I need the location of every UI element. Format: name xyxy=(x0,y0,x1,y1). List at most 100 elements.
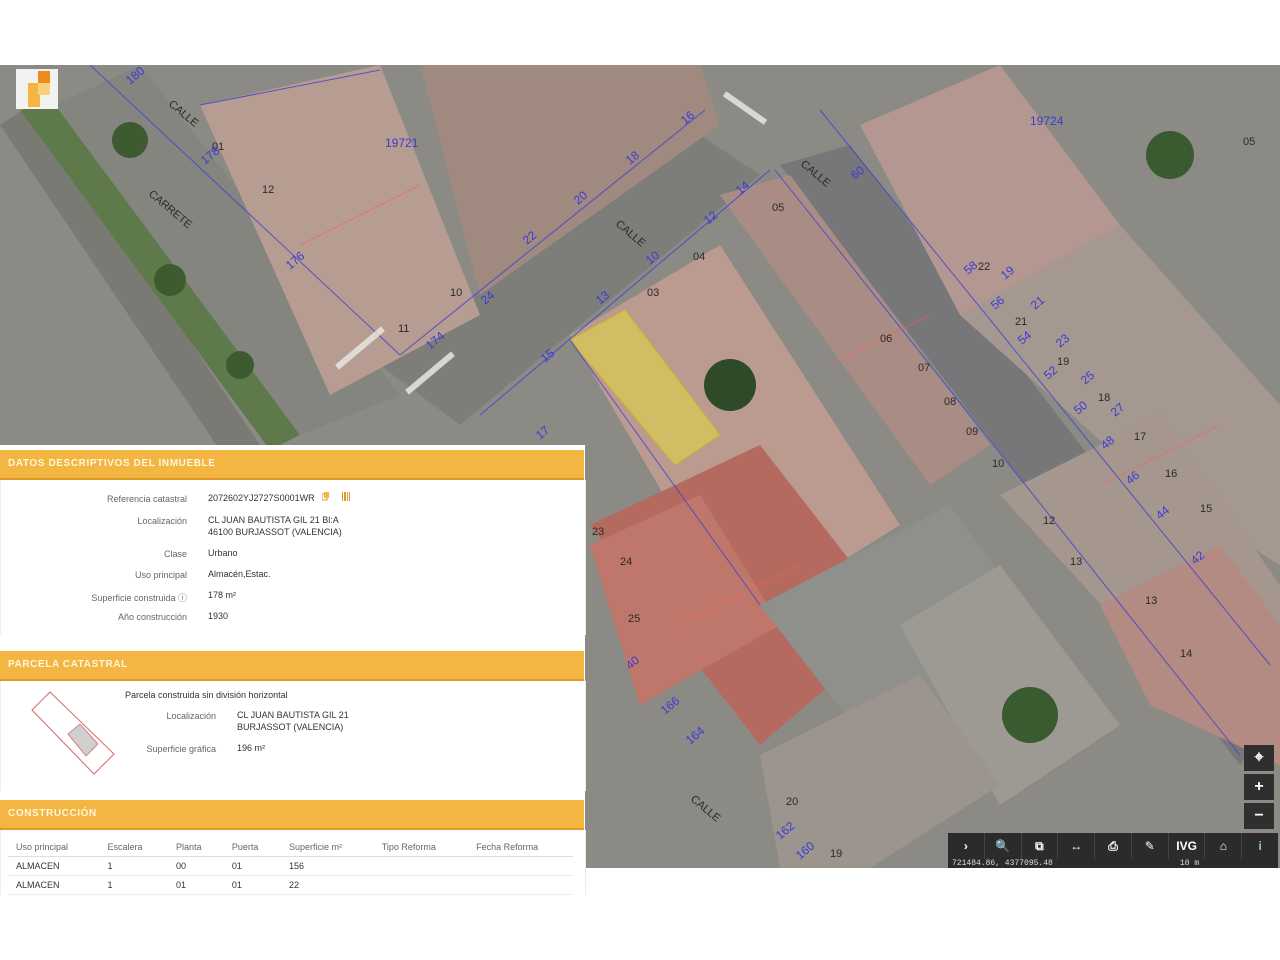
parcel-number-label: 13 xyxy=(1070,556,1082,568)
street-name-label: CALLE xyxy=(613,218,647,250)
parcela-sup-value: 196 m² xyxy=(237,743,266,753)
zoom-out-button[interactable]: − xyxy=(1244,803,1274,829)
anio-value: 1930 xyxy=(208,611,229,621)
parcela-subtitle: Parcela construida sin división horizont… xyxy=(125,690,288,700)
zoom-in-button[interactable]: + xyxy=(1244,774,1274,800)
street-number-label: 166 xyxy=(658,693,683,717)
construccion-table: Uso principal Escalera Planta Puerta Sup… xyxy=(8,838,573,895)
cell: 22 xyxy=(280,875,374,895)
parcel-number-label: 09 xyxy=(966,426,978,438)
street-number-label: 12 xyxy=(701,208,720,228)
table-row: ALMACEN 1 00 01 156 xyxy=(8,856,573,876)
cell xyxy=(468,856,573,876)
cell xyxy=(373,875,469,895)
datos-section-header[interactable]: DATOS DESCRIPTIVOS DEL INMUEBLE xyxy=(0,450,584,480)
col-planta: Planta xyxy=(168,838,224,857)
parcela-loc-line1: CL JUAN BAUTISTA GIL 21 xyxy=(237,710,349,720)
superficie-value: 178 m² xyxy=(208,590,237,600)
scale-label: 10 m xyxy=(1180,859,1200,868)
expand-icon[interactable]: › xyxy=(948,833,985,859)
clase-label: Clase xyxy=(163,549,187,559)
print-icon[interactable]: ⎙ xyxy=(1095,833,1132,859)
street-name-label: CALLE xyxy=(798,158,832,190)
street-name-label: CALLE xyxy=(688,793,722,825)
measure-icon[interactable]: ↔ xyxy=(1058,833,1096,859)
locate-icon[interactable]: ⌖ xyxy=(1244,745,1274,771)
street-number-label: 164 xyxy=(683,723,708,747)
street-number-label: 40 xyxy=(623,653,642,673)
cell: 1 xyxy=(99,875,168,895)
cell: 1 xyxy=(99,856,168,876)
street-number-label: 60 xyxy=(848,163,867,183)
parcel-number-label: 04 xyxy=(693,251,705,263)
loc-line1: CL JUAN BAUTISTA GIL 21 Bl:A xyxy=(208,515,339,525)
street-number-label: 25 xyxy=(1078,368,1097,388)
parcela-sup-label: Superficie gráfica xyxy=(146,744,216,754)
parcel-number-label: 11 xyxy=(398,323,409,335)
uso-label: Uso principal xyxy=(134,570,187,580)
parcel-number-label: 16 xyxy=(1165,468,1177,480)
coordinate-readout: 721484.86, 4377095.48 xyxy=(952,859,1053,868)
street-number-label: 46 xyxy=(1123,468,1142,488)
street-number-label: 162 xyxy=(773,818,798,842)
parcel-number-label: 10 xyxy=(450,287,462,299)
parcel-number-label: 21 xyxy=(1015,316,1027,328)
street-number-label: 56 xyxy=(988,293,1007,313)
parcel-shape-thumbnail xyxy=(31,691,115,775)
parcel-number-label: 05 xyxy=(772,202,784,214)
street-number-label: 21 xyxy=(1028,293,1047,313)
street-number-label: 19 xyxy=(998,263,1017,283)
uso-value: Almacén,Estac. xyxy=(208,569,271,579)
ivg-button[interactable]: IVG xyxy=(1169,833,1206,859)
parcel-number-label: 23 xyxy=(592,526,604,538)
col-puerta: Puerta xyxy=(223,838,281,857)
loc-line2: 46100 BURJASSOT (VALENCIA) xyxy=(208,527,342,537)
parcel-number-label: 15 xyxy=(1200,503,1212,515)
parcel-number-label: 12 xyxy=(1043,515,1055,527)
parcel-number-label: 19 xyxy=(1057,356,1069,368)
col-uso: Uso principal xyxy=(8,838,100,857)
parcel-number-label: 19 xyxy=(830,848,842,860)
street-number-label: 27 xyxy=(1108,400,1127,420)
parcel-number-label: 05 xyxy=(1243,136,1255,148)
parcel-number-label: 03 xyxy=(647,287,659,299)
search-icon[interactable]: 🔍 xyxy=(985,833,1022,859)
construccion-section-title: CONSTRUCCIÓN xyxy=(8,808,97,819)
cell xyxy=(373,856,469,876)
parcel-number-label: 25 xyxy=(628,613,640,625)
street-number-label: 13 xyxy=(593,288,612,308)
street-number-label: 54 xyxy=(1015,328,1034,348)
parcel-number-label: 10 xyxy=(992,458,1004,470)
parcela-section-header[interactable]: PARCELA CATASTRAL xyxy=(0,651,584,681)
cell: 00 xyxy=(168,856,224,876)
street-number-label: 44 xyxy=(1153,503,1172,523)
copy-icon[interactable] xyxy=(322,492,330,501)
table-row: ALMACEN 1 01 01 22 xyxy=(8,875,573,895)
property-info-panel: DATOS DESCRIPTIVOS DEL INMUEBLE Referenc… xyxy=(0,445,586,895)
parcela-loc-label: Localización xyxy=(166,711,216,721)
parcel-number-label: 20 xyxy=(786,796,798,808)
barcode-icon[interactable] xyxy=(342,492,350,501)
home-icon[interactable]: ⌂ xyxy=(1205,833,1243,859)
parcel-number-label: 06 xyxy=(880,333,892,345)
street-number-label: 22 xyxy=(520,228,539,248)
map-zoom-controls: ⌖ + − xyxy=(1244,745,1274,832)
street-number-label: 17 xyxy=(533,423,552,443)
layers-icon[interactable]: ⧉ xyxy=(1022,833,1059,859)
cell: 01 xyxy=(223,875,281,895)
info-icon[interactable]: i xyxy=(1242,833,1278,859)
parcela-section-title: PARCELA CATASTRAL xyxy=(8,659,128,670)
parcel-number-label: 22 xyxy=(978,261,990,273)
street-name-label: CARRETE xyxy=(146,188,194,231)
street-number-label: 24 xyxy=(478,288,497,308)
cell: 01 xyxy=(168,875,224,895)
col-tipo-reforma: Tipo Reforma xyxy=(373,838,469,857)
street-number-label: 176 xyxy=(283,248,308,272)
construccion-section-header[interactable]: CONSTRUCCIÓN xyxy=(0,800,584,830)
ref-label: Referencia catastral xyxy=(106,494,187,504)
superficie-label-text: Superficie construida xyxy=(91,593,176,603)
info-icon[interactable]: ⓘ xyxy=(178,593,187,603)
catastro-logo xyxy=(16,69,58,109)
clase-value: Urbano xyxy=(208,548,238,558)
edit-icon[interactable]: ✎ xyxy=(1132,833,1169,859)
